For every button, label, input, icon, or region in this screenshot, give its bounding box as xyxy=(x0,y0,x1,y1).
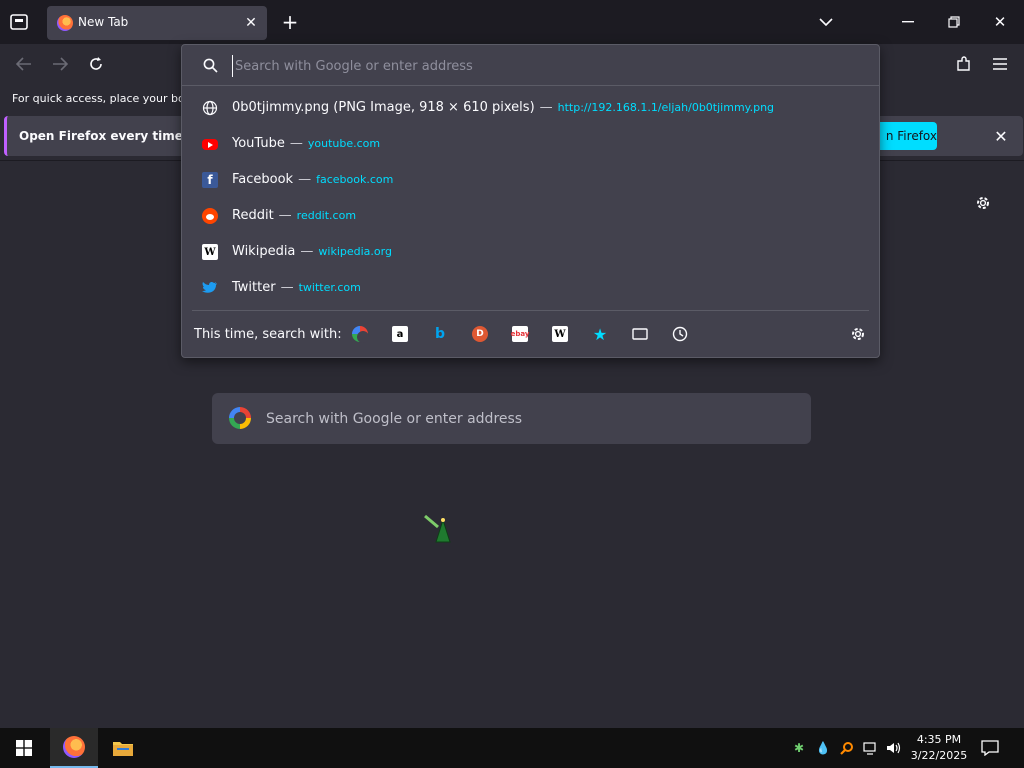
result-url: youtube.com xyxy=(307,137,381,150)
close-window-button[interactable]: ✕ xyxy=(990,12,1010,32)
tray-search-icon[interactable] xyxy=(838,739,856,757)
search-icon xyxy=(200,55,220,75)
globe-icon xyxy=(202,100,218,116)
wikipedia-icon: W xyxy=(202,244,218,260)
action-center-icon[interactable] xyxy=(980,738,1000,758)
bookmarks-star-icon[interactable]: ★ xyxy=(592,325,608,344)
result-separator: — xyxy=(280,280,294,295)
back-icon[interactable] xyxy=(14,54,34,74)
firefox-taskbar-icon[interactable] xyxy=(50,728,98,768)
result-separator: — xyxy=(278,208,292,223)
result-url: http://192.168.1.1/eljah/0b0tjimmy.png xyxy=(557,101,775,114)
result-title: Wikipedia xyxy=(232,244,296,259)
tab-new-tab[interactable]: New Tab ✕ xyxy=(47,6,267,40)
tray-drop-icon[interactable]: 💧 xyxy=(814,739,832,757)
close-tab-icon[interactable]: ✕ xyxy=(243,15,259,31)
newtab-search-box[interactable] xyxy=(212,393,811,444)
clock-time: 4:35 PM xyxy=(916,733,962,746)
close-banner-icon[interactable]: ✕ xyxy=(991,126,1011,146)
volume-icon[interactable] xyxy=(885,739,903,757)
tabs-icon[interactable] xyxy=(632,326,648,342)
menu-icon[interactable] xyxy=(990,54,1010,74)
youtube-icon xyxy=(202,139,218,150)
result-url: facebook.com xyxy=(316,173,394,186)
duckduckgo-icon[interactable]: D xyxy=(472,326,488,342)
google-icon xyxy=(229,407,251,429)
result-separator: — xyxy=(289,136,303,151)
result-url: wikipedia.org xyxy=(318,245,392,258)
result-separator: — xyxy=(300,244,314,259)
result-separator: — xyxy=(539,100,553,115)
firefox-icon xyxy=(57,15,73,31)
search-settings-gear-icon[interactable] xyxy=(850,326,866,342)
newtab-search-input[interactable] xyxy=(264,408,788,430)
taskbar: ✱ 💧 4:35 PM 3/22/2025 xyxy=(0,728,1024,768)
facebook-icon: f xyxy=(202,172,218,188)
urlbar-result-row[interactable]: W Wikipedia — wikipedia.org xyxy=(192,235,869,269)
history-icon[interactable] xyxy=(672,326,688,342)
clock-date: 3/22/2025 xyxy=(910,749,968,762)
network-icon[interactable] xyxy=(862,739,880,757)
twitter-icon xyxy=(202,280,218,296)
amazon-icon[interactable]: a xyxy=(392,326,408,342)
urlbar xyxy=(182,45,879,86)
urlbar-result-row[interactable]: Reddit — reddit.com xyxy=(192,199,869,233)
urlbar-result-row[interactable]: 0b0tjimmy.png (PNG Image, 918 × 610 pixe… xyxy=(192,91,869,125)
result-title: Facebook xyxy=(232,172,294,187)
result-url: reddit.com xyxy=(296,209,357,222)
tab-bar: New Tab ✕ + ✕ xyxy=(0,0,1024,44)
tray-app-icon[interactable]: ✱ xyxy=(790,739,808,757)
one-off-search-buttons: This time, search with: a b D ebay W ★ xyxy=(182,311,879,357)
urlbar-result-row[interactable]: Twitter — twitter.com xyxy=(192,271,869,305)
taskbar-clock[interactable]: 4:35 PM 3/22/2025 xyxy=(906,732,972,764)
result-separator: — xyxy=(298,172,312,187)
minimize-button[interactable] xyxy=(898,12,918,32)
bookmarks-empty-text: For quick access, place your boo xyxy=(12,92,192,105)
reload-icon[interactable] xyxy=(86,54,106,74)
one-off-label: This time, search with: xyxy=(194,327,342,342)
extensions-icon[interactable] xyxy=(954,54,974,74)
urlbar-result-row[interactable]: f Facebook — facebook.com xyxy=(192,163,869,197)
google-icon[interactable] xyxy=(352,326,369,343)
urlbar-input[interactable] xyxy=(232,55,797,77)
result-title: Reddit xyxy=(232,208,274,223)
wikipedia-icon[interactable]: W xyxy=(552,326,568,342)
reddit-icon xyxy=(202,208,218,224)
custom-cursor-icon xyxy=(424,514,458,548)
settings-gear-icon[interactable] xyxy=(973,193,993,213)
result-title: Twitter xyxy=(232,280,276,295)
ebay-icon[interactable]: ebay xyxy=(511,326,529,342)
firefox-view-icon[interactable] xyxy=(8,12,30,32)
windows-start-icon[interactable] xyxy=(0,728,48,768)
forward-icon[interactable] xyxy=(50,54,70,74)
set-default-button[interactable]: n Firefox xyxy=(871,122,937,150)
bing-icon[interactable]: b xyxy=(432,326,448,342)
result-url: twitter.com xyxy=(298,281,361,294)
urlbar-popup: 0b0tjimmy.png (PNG Image, 918 × 610 pixe… xyxy=(181,44,880,358)
urlbar-result-row[interactable]: YouTube — youtube.com xyxy=(192,127,869,161)
restore-button[interactable] xyxy=(944,12,964,32)
tab-title: New Tab xyxy=(78,15,129,29)
list-tabs-chevron-icon[interactable] xyxy=(816,12,836,32)
new-tab-button[interactable]: + xyxy=(280,10,300,34)
result-title: 0b0tjimmy.png (PNG Image, 918 × 610 pixe… xyxy=(232,100,535,115)
file-explorer-icon[interactable] xyxy=(99,728,147,768)
result-title: YouTube xyxy=(232,136,285,151)
